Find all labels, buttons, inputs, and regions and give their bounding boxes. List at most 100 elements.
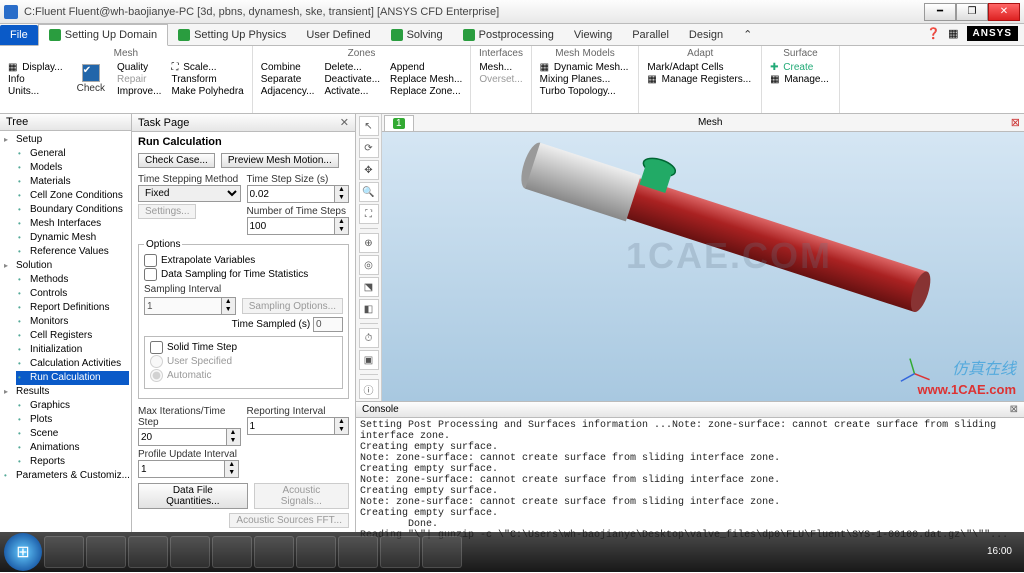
tab-setting-up-physics[interactable]: Setting Up Physics [168,25,296,45]
tree-monitors[interactable]: Monitors [16,315,129,329]
tree[interactable]: Setup General Models Materials Cell Zone… [0,131,131,532]
taskbar-item[interactable] [338,536,378,568]
make-polyhedra-button[interactable]: Make Polyhedra [169,86,245,97]
tree-calculation-activities[interactable]: Calculation Activities [16,357,129,371]
tree-initialization[interactable]: Initialization [16,343,129,357]
manage-surface-button[interactable]: ▦ Manage... [768,74,833,85]
tab-parallel[interactable]: Parallel [622,25,679,45]
tab-solving[interactable]: Solving [381,25,453,45]
turbo-topology-button[interactable]: Turbo Topology... [538,86,633,97]
time-stepping-select[interactable]: Fixed [138,185,241,202]
tab-user-defined[interactable]: User Defined [296,25,380,45]
mark-adapt-button[interactable]: Mark/Adapt Cells [645,62,755,73]
append-button[interactable]: Append [388,62,464,73]
ribbon-collapse[interactable]: ⌃ [733,24,762,45]
taskbar-item[interactable] [44,536,84,568]
activate-button[interactable]: Activate... [322,86,382,97]
deactivate-button[interactable]: Deactivate... [322,74,382,85]
transform-button[interactable]: Transform [169,74,245,85]
improve-button[interactable]: Improve... [115,86,163,97]
taskbar-item[interactable] [170,536,210,568]
tree-run-calculation[interactable]: Run Calculation [16,371,129,385]
tree-report-definitions[interactable]: Report Definitions [16,301,129,315]
data-sampling-checkbox[interactable] [144,268,157,281]
solid-time-step-checkbox[interactable] [150,341,163,354]
replace-zone-button[interactable]: Replace Zone... [388,86,464,97]
units-button[interactable]: Units... [6,86,67,97]
tree-cell-registers[interactable]: Cell Registers [16,329,129,343]
taskbar-item[interactable] [380,536,420,568]
taskbar-item[interactable] [86,536,126,568]
views-icon[interactable]: ◧ [359,299,379,319]
taskbar-item[interactable] [212,536,252,568]
tree-reports[interactable]: Reports [16,455,129,469]
check-case-button[interactable]: Check Case... [138,153,215,168]
tree-parameters[interactable]: Parameters & Customiz... [2,469,129,483]
mixing-planes-button[interactable]: Mixing Planes... [538,74,633,85]
zoom-box-icon[interactable]: ⛶ [359,204,379,224]
tab-viewing[interactable]: Viewing [564,25,622,45]
axis-icon[interactable]: ⬔ [359,277,379,297]
separate-button[interactable]: Separate [259,74,317,85]
tree-results[interactable]: Results Graphics Plots Scene Animations … [2,385,129,469]
replace-mesh-button[interactable]: Replace Mesh... [388,74,464,85]
help-icon[interactable]: ❓ [926,27,940,40]
viewport-3d[interactable]: 1 Mesh ⊠ [382,114,1024,401]
number-time-steps-input[interactable] [247,217,336,235]
repair-button[interactable]: Repair [115,74,163,85]
tree-models[interactable]: Models [16,161,129,175]
system-tray[interactable]: 16:00 [987,546,1020,558]
pointer-icon[interactable]: ↖ [359,116,379,136]
time-icon[interactable]: ⏱ [359,328,379,348]
preview-mesh-motion-button[interactable]: Preview Mesh Motion... [221,153,339,168]
viewport-tab[interactable]: 1 [384,115,414,131]
probe-icon[interactable]: ◎ [359,255,379,275]
taskbar-item[interactable] [422,536,462,568]
tab-design[interactable]: Design [679,25,733,45]
tree-cell-zone[interactable]: Cell Zone Conditions [16,189,129,203]
cascade-icon[interactable]: ▣ [359,350,379,370]
create-surface-button[interactable]: ✚ Create [768,62,833,73]
tree-mesh-interfaces[interactable]: Mesh Interfaces [16,217,129,231]
adjacency-button[interactable]: Adjacency... [259,86,317,97]
profile-update-input[interactable] [138,460,225,478]
data-file-quantities-button[interactable]: Data File Quantities... [138,483,248,509]
tab-file[interactable]: File [0,25,38,45]
tree-reference-values[interactable]: Reference Values [16,245,129,259]
display-button[interactable]: ▦ Display... [6,62,67,73]
minimize-button[interactable]: ━ [924,3,956,21]
viewport-close-icon[interactable]: ⊠ [1007,116,1024,129]
tree-materials[interactable]: Materials [16,175,129,189]
tree-animations[interactable]: Animations [16,441,129,455]
time-step-size-input[interactable] [247,185,336,203]
extrapolate-checkbox[interactable] [144,254,157,267]
tree-boundary[interactable]: Boundary Conditions [16,203,129,217]
check-button[interactable]: ✔Check [73,62,109,96]
quality-button[interactable]: Quality [115,62,163,73]
console-output[interactable]: Setting Post Processing and Surfaces inf… [356,418,1024,547]
maximize-button[interactable]: ❐ [956,3,988,21]
fit-icon[interactable]: ⊕ [359,233,379,253]
reporting-interval-input[interactable] [247,417,336,435]
taskbar-item[interactable] [128,536,168,568]
zoom-icon[interactable]: 🔍 [359,182,379,202]
taskbar-item[interactable] [254,536,294,568]
overset-button[interactable]: Overset... [477,74,524,85]
tree-methods[interactable]: Methods [16,273,129,287]
rotate-icon[interactable]: ⟳ [359,138,379,158]
tree-scene[interactable]: Scene [16,427,129,441]
tab-setting-up-domain[interactable]: Setting Up Domain [38,24,168,46]
info-button[interactable]: Info [6,74,67,85]
info-tool-icon[interactable]: ⓘ [359,379,379,399]
start-button[interactable]: ⊞ [4,533,42,571]
layout-icon[interactable]: ▦ [948,27,958,40]
spinner-icon[interactable]: ▲▼ [335,217,349,235]
interfaces-mesh-button[interactable]: Mesh... [477,62,524,73]
tree-graphics[interactable]: Graphics [16,399,129,413]
manage-registers-button[interactable]: ▦ Manage Registers... [645,74,755,85]
tree-dynamic-mesh[interactable]: Dynamic Mesh [16,231,129,245]
tree-solution[interactable]: Solution Methods Controls Report Definit… [2,259,129,385]
console-close-icon[interactable]: ⊠ [1010,404,1018,415]
tree-setup[interactable]: Setup General Models Materials Cell Zone… [2,133,129,259]
close-button[interactable]: ✕ [988,3,1020,21]
